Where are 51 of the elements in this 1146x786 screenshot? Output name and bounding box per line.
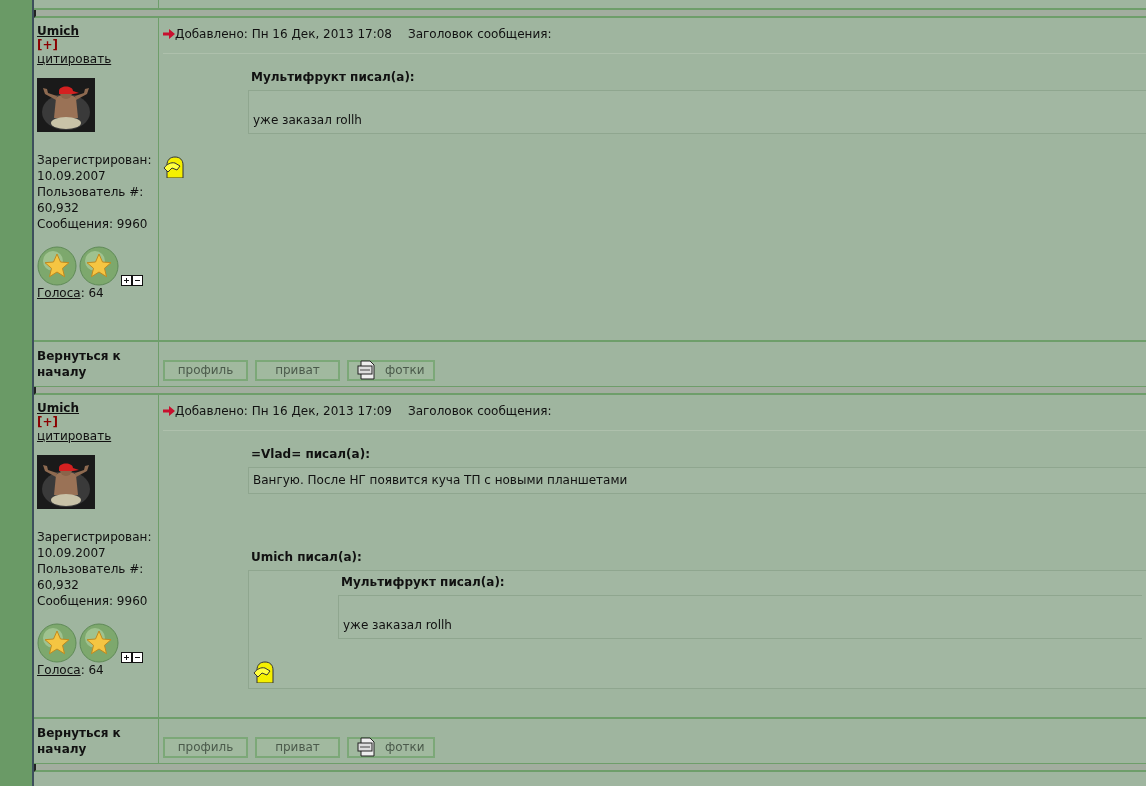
votes-link[interactable]: Голоса bbox=[37, 286, 81, 300]
user-stat: 10.09.2007 bbox=[37, 168, 107, 184]
profile-action-button[interactable]: профиль bbox=[163, 736, 248, 758]
user-stat: Сообщения: 9960 bbox=[37, 216, 149, 232]
votes-count: : 64 bbox=[80, 663, 104, 677]
star-medal-icon bbox=[79, 623, 119, 663]
subject-label: Заголовок сообщения: bbox=[408, 404, 552, 418]
star-medal-icon bbox=[37, 246, 77, 286]
profile-action-button[interactable]: фотки bbox=[347, 736, 435, 758]
user-stat: Зарегистрирован: bbox=[37, 529, 152, 545]
profile-action-button[interactable]: профиль bbox=[163, 359, 248, 381]
quote-author: Мультифрукт писал(а): bbox=[340, 575, 506, 591]
username-link[interactable]: Umich bbox=[37, 24, 80, 38]
star-medal-icon bbox=[79, 246, 119, 286]
arrow-icon bbox=[163, 406, 175, 416]
quote-author: =Vlad= писал(а): bbox=[250, 447, 371, 463]
profile-action-button[interactable]: приват bbox=[255, 359, 340, 381]
post-date: Добавлено: Пн 16 Дек, 2013 17:08 bbox=[175, 27, 392, 41]
quote-link[interactable]: цитировать bbox=[37, 429, 112, 443]
user-stat: Сообщения: 9960 bbox=[37, 593, 149, 609]
user-stat: 10.09.2007 bbox=[37, 545, 107, 561]
plus-minus-icon[interactable] bbox=[121, 652, 143, 663]
plus-minus-icon[interactable] bbox=[121, 275, 143, 286]
profile-action-button[interactable]: приват bbox=[255, 736, 340, 758]
file-icon bbox=[357, 737, 377, 757]
back-to-top-label: Вернуться к началу bbox=[37, 725, 122, 757]
user-stat: Пользователь #: bbox=[37, 561, 145, 577]
user-stat: Зарегистрирован: bbox=[37, 152, 152, 168]
subject-label: Заголовок сообщения: bbox=[408, 27, 552, 41]
quote-author: Мультифрукт писал(а): bbox=[250, 70, 416, 86]
votes-count: : 64 bbox=[80, 286, 104, 300]
post-date: Добавлено: Пн 16 Дек, 2013 17:09 bbox=[175, 404, 392, 418]
quote-link[interactable]: цитировать bbox=[37, 52, 112, 66]
quote-text: уже заказал rollh bbox=[343, 617, 452, 633]
arrow-icon bbox=[163, 29, 175, 39]
facepalm-smiley-icon bbox=[253, 661, 275, 683]
quote-text: Вангую. После НГ появится куча ТП с новыми планшетами bbox=[253, 472, 628, 488]
quote-author: Umich писал(а): bbox=[250, 550, 363, 566]
username-link[interactable]: Umich bbox=[37, 401, 80, 415]
profile-action-button[interactable]: фотки bbox=[347, 359, 435, 381]
star-medal-icon bbox=[37, 623, 77, 663]
expand-link[interactable]: [+] bbox=[37, 38, 59, 52]
facepalm-smiley-icon bbox=[163, 156, 185, 178]
user-stat: 60,932 bbox=[37, 200, 80, 216]
quote-text: уже заказал rollh bbox=[253, 112, 362, 128]
back-to-top-label: Вернуться к началу bbox=[37, 348, 122, 380]
user-stat: Пользователь #: bbox=[37, 184, 145, 200]
votes-link[interactable]: Голоса bbox=[37, 663, 81, 677]
user-stat: 60,932 bbox=[37, 577, 80, 593]
file-icon bbox=[357, 360, 377, 380]
expand-link[interactable]: [+] bbox=[37, 415, 59, 429]
